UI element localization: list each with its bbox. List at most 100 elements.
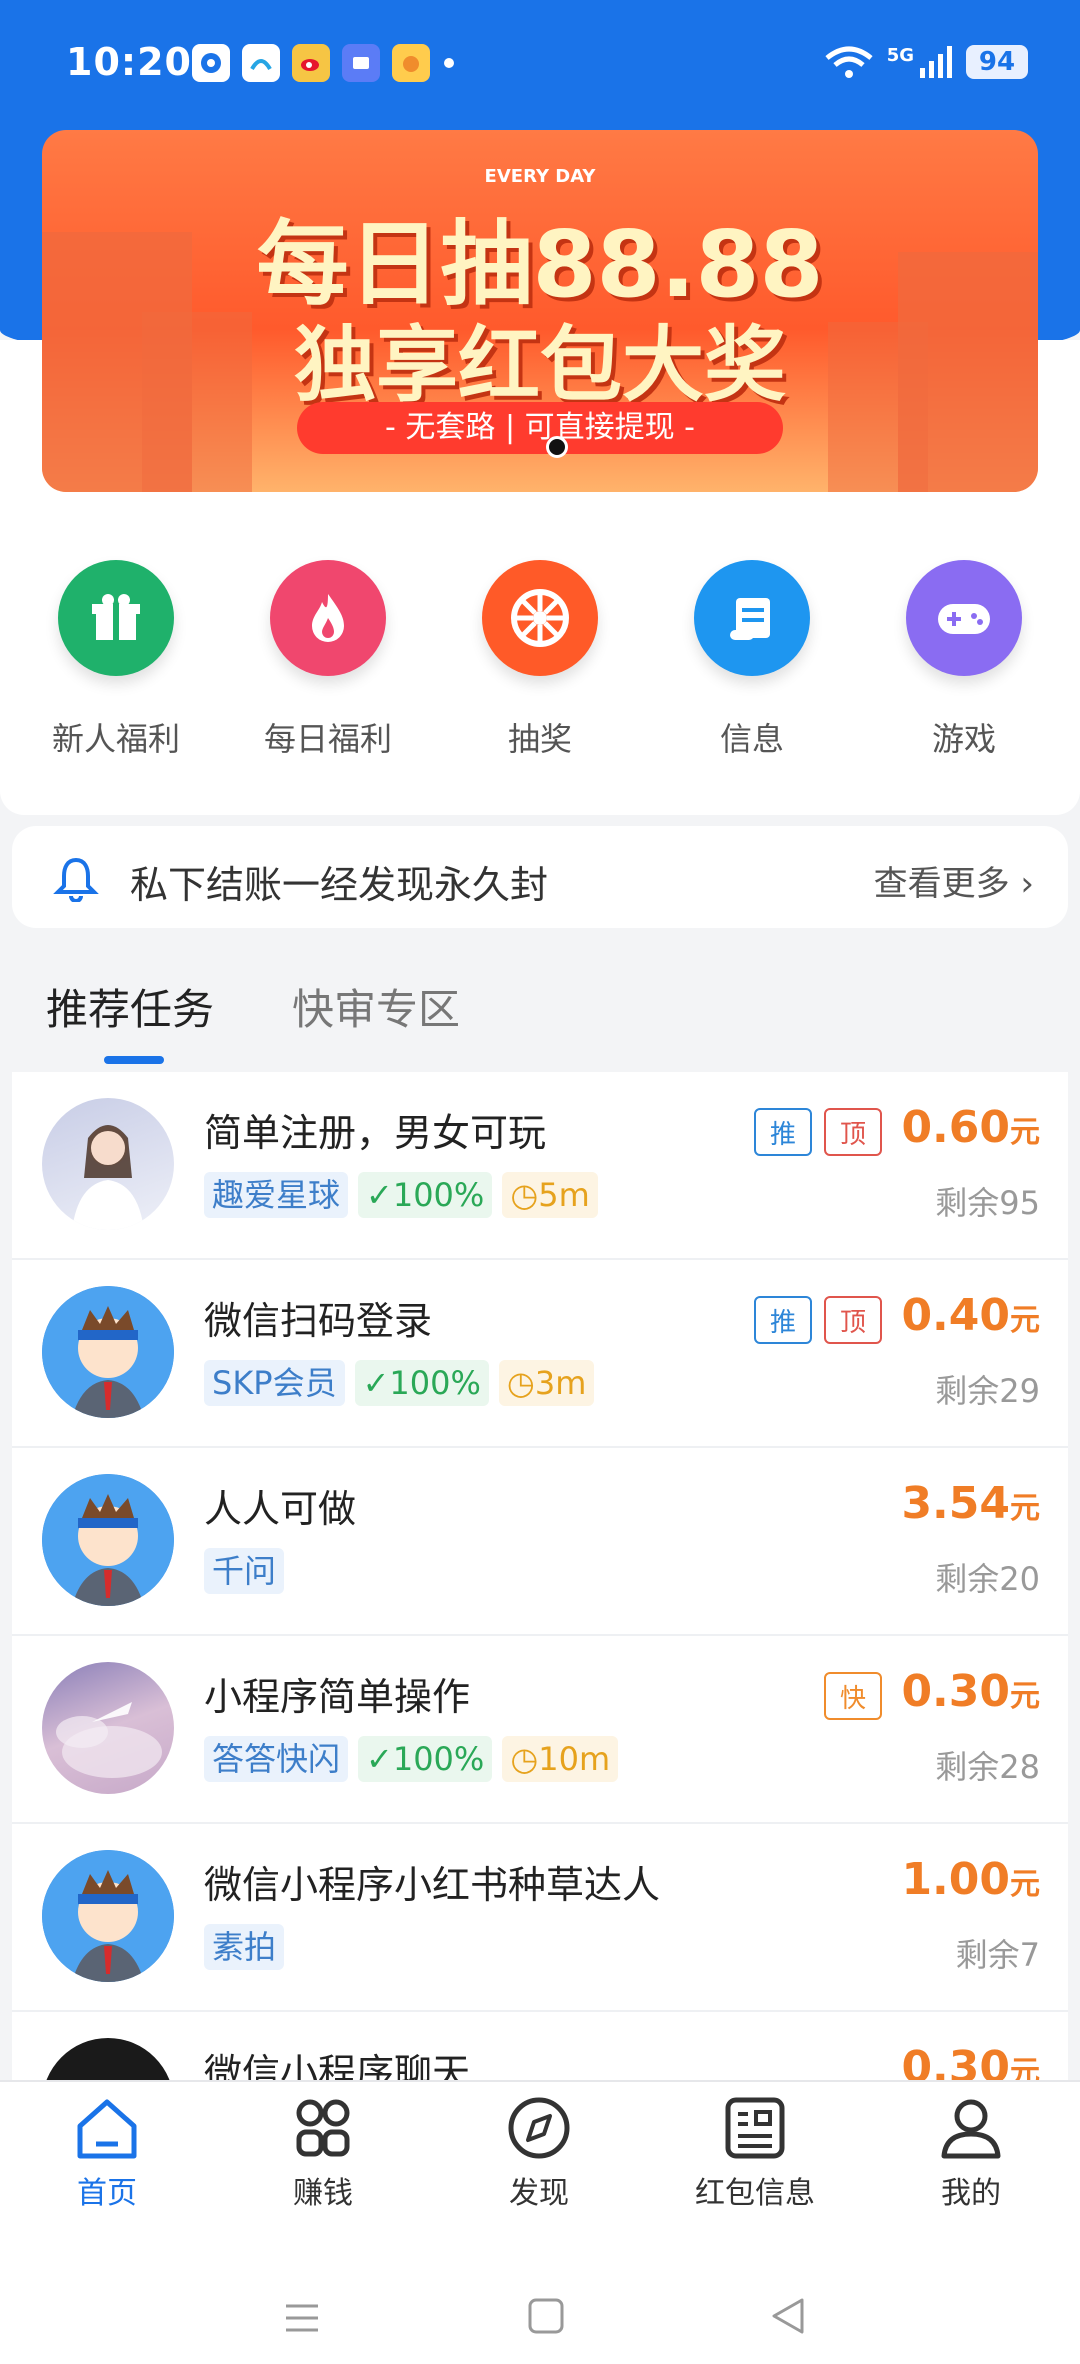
task-pass-rate: 100% [392, 1176, 485, 1214]
news-icon [725, 2097, 785, 2159]
nav-profile[interactable]: 我的 [896, 2096, 1046, 2212]
task-time: 10m [538, 1740, 611, 1778]
quick-entry-newbie[interactable]: 新人福利 [31, 560, 201, 760]
fast-badge: 快 [824, 1672, 882, 1720]
price-unit: 元 [1010, 1491, 1040, 1526]
task-price-value: 1.00 [901, 1854, 1010, 1905]
message-icon [342, 44, 380, 82]
task-title: 简单注册，男女可玩 [204, 1111, 547, 1155]
task-price-value: 0.30 [901, 2042, 1010, 2080]
task-row[interactable]: 简单注册，男女可玩 趣爱星球 ✓100% ◷5m 推 顶 0.60元 剩余95 [12, 1072, 1068, 1260]
price-unit: 元 [1010, 1679, 1040, 1714]
task-row[interactable]: 微信小程序小红书种草达人 素拍 1.00元 剩余7 [12, 1824, 1068, 2012]
clock-icon: ◷ [510, 1176, 539, 1214]
task-tags: 千问 [204, 1548, 285, 1594]
task-tabs: 推荐任务 快审专区 [0, 966, 1080, 1066]
notice-more-label: 查看更多 [873, 864, 1010, 904]
home-square-icon[interactable] [526, 2296, 566, 2336]
task-price: 3.54元 [901, 1478, 1040, 1529]
task-pass-rate-tag: ✓100% [358, 1172, 493, 1218]
more-notifications-dot [444, 58, 454, 68]
task-source-tag: 素拍 [204, 1924, 285, 1970]
task-badges: 快 [824, 1672, 882, 1720]
menu-icon[interactable] [282, 2298, 322, 2338]
nav-earn[interactable]: 赚钱 [248, 2096, 398, 2212]
task-pass-rate-tag: ✓100% [354, 1360, 489, 1406]
price-unit: 元 [1010, 1303, 1040, 1338]
compass-icon [508, 2097, 570, 2159]
banner-subheadline: 独享红包大奖 [293, 318, 786, 413]
task-tags: 趣爱星球 ✓100% ◷5m [204, 1172, 598, 1218]
task-row[interactable]: 人人可做 千问 3.54元 剩余20 [12, 1448, 1068, 1636]
check-circle-icon: ✓ [366, 1176, 393, 1214]
quick-entry-label: 每日福利 [263, 720, 392, 758]
nav-label: 我的 [941, 2176, 1001, 2211]
top-badge: 顶 [824, 1296, 882, 1344]
promo-banner[interactable]: EVERY DAY 每日抽88.88 独享红包大奖 - 无套路 | 可直接提现 … [42, 130, 1038, 492]
task-remaining: 剩余7 [955, 1936, 1040, 1974]
nav-redpacket-info[interactable]: 红包信息 [680, 2096, 830, 2212]
system-navigation-bar [0, 2274, 1080, 2364]
gamepad-icon [906, 560, 1022, 676]
quick-entry-lottery[interactable]: 抽奖 [455, 560, 625, 760]
nav-label: 红包信息 [695, 2176, 815, 2211]
price-unit: 元 [1010, 1867, 1040, 1902]
nav-label: 发现 [509, 2176, 569, 2211]
recommend-badge: 推 [754, 1296, 812, 1344]
task-remaining: 剩余20 [935, 1560, 1040, 1598]
task-remaining: 剩余29 [935, 1372, 1040, 1410]
task-time-tag: ◷10m [502, 1736, 619, 1782]
task-badges: 推 顶 [754, 1296, 882, 1344]
scroll-icon [694, 560, 810, 676]
notice-more-link[interactable]: 查看更多 › [874, 856, 1034, 905]
nav-label: 首页 [77, 2176, 137, 2211]
task-row[interactable]: 小程序简单操作 答答快闪 ✓100% ◷10m 快 0.30元 剩余28 [12, 1636, 1068, 1824]
task-price: 0.60元 [901, 1102, 1040, 1153]
task-title: 微信小程序聊天 [204, 2051, 471, 2080]
quick-entry-info[interactable]: 信息 [667, 560, 837, 760]
nav-home[interactable]: 首页 [32, 2096, 182, 2212]
back-icon[interactable] [768, 2296, 808, 2336]
network-type: 5G [886, 44, 914, 66]
task-time: 3m [534, 1364, 587, 1402]
tab-fast-review[interactable]: 快审专区 [292, 976, 460, 1037]
task-row[interactable]: 微信小程序聊天 0.30元 [12, 2012, 1068, 2080]
avatar [42, 1850, 174, 1982]
avatar [42, 2038, 174, 2080]
quick-entry-game[interactable]: 游戏 [879, 560, 1049, 760]
task-tags: 答答快闪 ✓100% ◷10m [204, 1736, 619, 1782]
weibo-icon [292, 44, 330, 82]
notice-text: 私下结账一经发现永久封 [130, 863, 549, 907]
task-remaining: 剩余95 [935, 1184, 1040, 1222]
task-pass-rate: 100% [389, 1364, 481, 1402]
grid-icon [296, 2099, 350, 2157]
app-notification-icon [392, 44, 430, 82]
avatar [42, 1662, 174, 1794]
bell-icon [53, 857, 99, 902]
wheel-icon [482, 560, 598, 676]
task-tags: 素拍 [204, 1924, 285, 1970]
tab-recommended[interactable]: 推荐任务 [46, 976, 214, 1037]
notice-bar[interactable]: 私下结账一经发现永久封 查看更多 › [12, 826, 1068, 928]
battery-indicator: 94 [966, 45, 1028, 79]
task-price-value: 0.40 [901, 1290, 1010, 1341]
top-badge: 顶 [824, 1108, 882, 1156]
task-time-tag: ◷5m [502, 1172, 598, 1218]
gift-icon [58, 560, 174, 676]
quick-entry-daily[interactable]: 每日福利 [243, 560, 413, 760]
banner-tagline: - 无套路 | 可直接提现 - [297, 402, 783, 454]
task-price-value: 0.60 [901, 1102, 1010, 1153]
task-row[interactable]: 微信扫码登录 SKP会员 ✓100% ◷3m 推 顶 0.40元 剩余29 [12, 1260, 1068, 1448]
status-bar: 10:20 5G 94 [0, 0, 1080, 130]
task-title: 微信小程序小红书种草达人 [204, 1863, 661, 1907]
price-unit: 元 [1010, 2055, 1040, 2080]
avatar [42, 1098, 174, 1230]
nav-discover[interactable]: 发现 [464, 2096, 614, 2212]
home-icon [77, 2099, 137, 2159]
status-right: 5G 94 [823, 44, 1028, 80]
quick-entry-row: 新人福利 每日福利 抽奖 信息 游戏 [0, 560, 1080, 760]
task-time-tag: ◷3m [498, 1360, 595, 1406]
wifi-icon [825, 46, 873, 78]
clock-icon: ◷ [506, 1364, 535, 1402]
check-circle-icon: ✓ [362, 1364, 390, 1402]
